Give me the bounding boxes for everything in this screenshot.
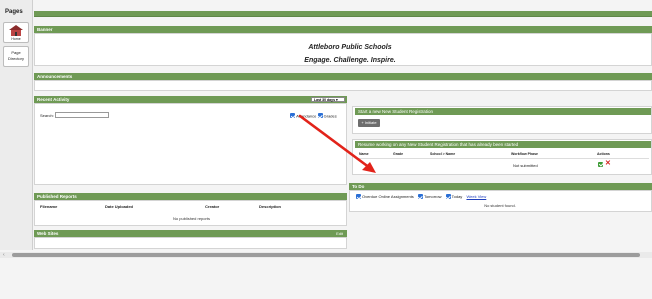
edit-web-sites-link[interactable]: Edit <box>336 230 343 237</box>
grades-checkbox[interactable] <box>317 113 323 119</box>
col-date-uploaded[interactable]: Date Uploaded <box>105 204 133 209</box>
pages-sidebar: Pages Home Page Directory <box>0 0 33 250</box>
home-page-button[interactable]: Home <box>3 22 29 43</box>
table-divider <box>357 158 649 159</box>
col-description[interactable]: Description <box>259 204 281 209</box>
delete-x-icon[interactable]: ✕ <box>605 160 611 167</box>
web-sites-panel <box>34 237 347 249</box>
top-bar <box>34 11 652 17</box>
todo-panel: Overdue Online Assignments Tomorrow Toda… <box>349 190 652 212</box>
new-registration-panel: Start a new New Student Registration + I… <box>352 106 652 134</box>
banner-header: Banner <box>34 26 652 33</box>
sidebar-title: Pages <box>5 9 23 15</box>
col-workflow-phase[interactable]: Workflow Phase <box>511 152 538 156</box>
overdue-label: Overdue Online Assignments <box>362 194 414 200</box>
scrollbar-thumb[interactable] <box>12 253 640 257</box>
col-grade[interactable]: Grade <box>393 152 403 156</box>
page-directory-button[interactable]: Page Directory <box>3 46 29 67</box>
col-actions[interactable]: Actions <box>597 152 610 156</box>
initiate-registration-button[interactable]: + Initiate <box>358 119 380 127</box>
web-sites-header: Web Sites Edit <box>34 230 347 237</box>
activity-filters: Attendance Grades <box>290 113 337 119</box>
col-name[interactable]: Name <box>359 152 369 156</box>
school-name: Attleboro Public Schools <box>308 44 392 51</box>
tomorrow-label: Tomorrow <box>423 194 442 200</box>
horizontal-scrollbar[interactable]: ‹ <box>0 252 652 258</box>
todo-header: To Do <box>349 183 652 190</box>
today-label: Today <box>451 194 463 200</box>
col-school-name[interactable]: School > Name <box>430 152 455 156</box>
home-label: Home <box>11 37 21 41</box>
col-filename[interactable]: Filename <box>40 204 57 209</box>
no-reports-message: No published reports <box>173 216 210 221</box>
todo-filters: Overdue Online Assignments Tomorrow Toda… <box>356 194 489 200</box>
search-input[interactable] <box>55 112 109 118</box>
school-motto: Engage. Challenge. Inspire. <box>304 57 396 64</box>
attendance-checkbox[interactable] <box>290 113 295 119</box>
tomorrow-checkbox[interactable] <box>417 194 423 200</box>
col-creator[interactable]: Creator <box>205 204 219 209</box>
recent-activity-title: Recent Activity <box>37 97 70 102</box>
attendance-label: Attendance <box>296 113 317 119</box>
published-reports-panel: Filename Date Uploaded Creator Descripti… <box>34 200 347 226</box>
overdue-checkbox[interactable] <box>356 194 361 200</box>
banner-panel: Attleboro Public Schools Engage. Challen… <box>34 33 652 66</box>
no-student-message: No student found. <box>484 203 516 208</box>
recent-activity-header: Recent Activity Last 30 days ▾ <box>34 96 347 103</box>
week-view-link[interactable]: Week View <box>466 194 486 199</box>
web-sites-title: Web Sites <box>37 231 59 236</box>
new-registration-header: Start a new New Student Registration <box>355 108 651 115</box>
today-checkbox[interactable] <box>445 194 451 200</box>
announcements-panel <box>34 80 652 91</box>
search-label: Search: <box>40 113 54 118</box>
published-reports-header: Published Reports <box>34 193 347 200</box>
resume-registration-header: Resume working on any New Student Regist… <box>355 141 651 148</box>
resume-check-icon[interactable] <box>598 162 603 167</box>
resume-registration-panel: Resume working on any New Student Regist… <box>352 139 652 175</box>
announcements-header: Announcements <box>34 73 652 80</box>
recent-activity-panel: Search: Attendance Grades <box>34 103 347 185</box>
scroll-left-icon[interactable]: ‹ <box>3 252 5 258</box>
workflow-phase-value: Not submitted <box>513 163 538 168</box>
school-house-icon <box>9 25 23 36</box>
date-range-select[interactable]: Last 30 days ▾ <box>311 97 345 102</box>
grades-label: Grades <box>323 113 337 119</box>
